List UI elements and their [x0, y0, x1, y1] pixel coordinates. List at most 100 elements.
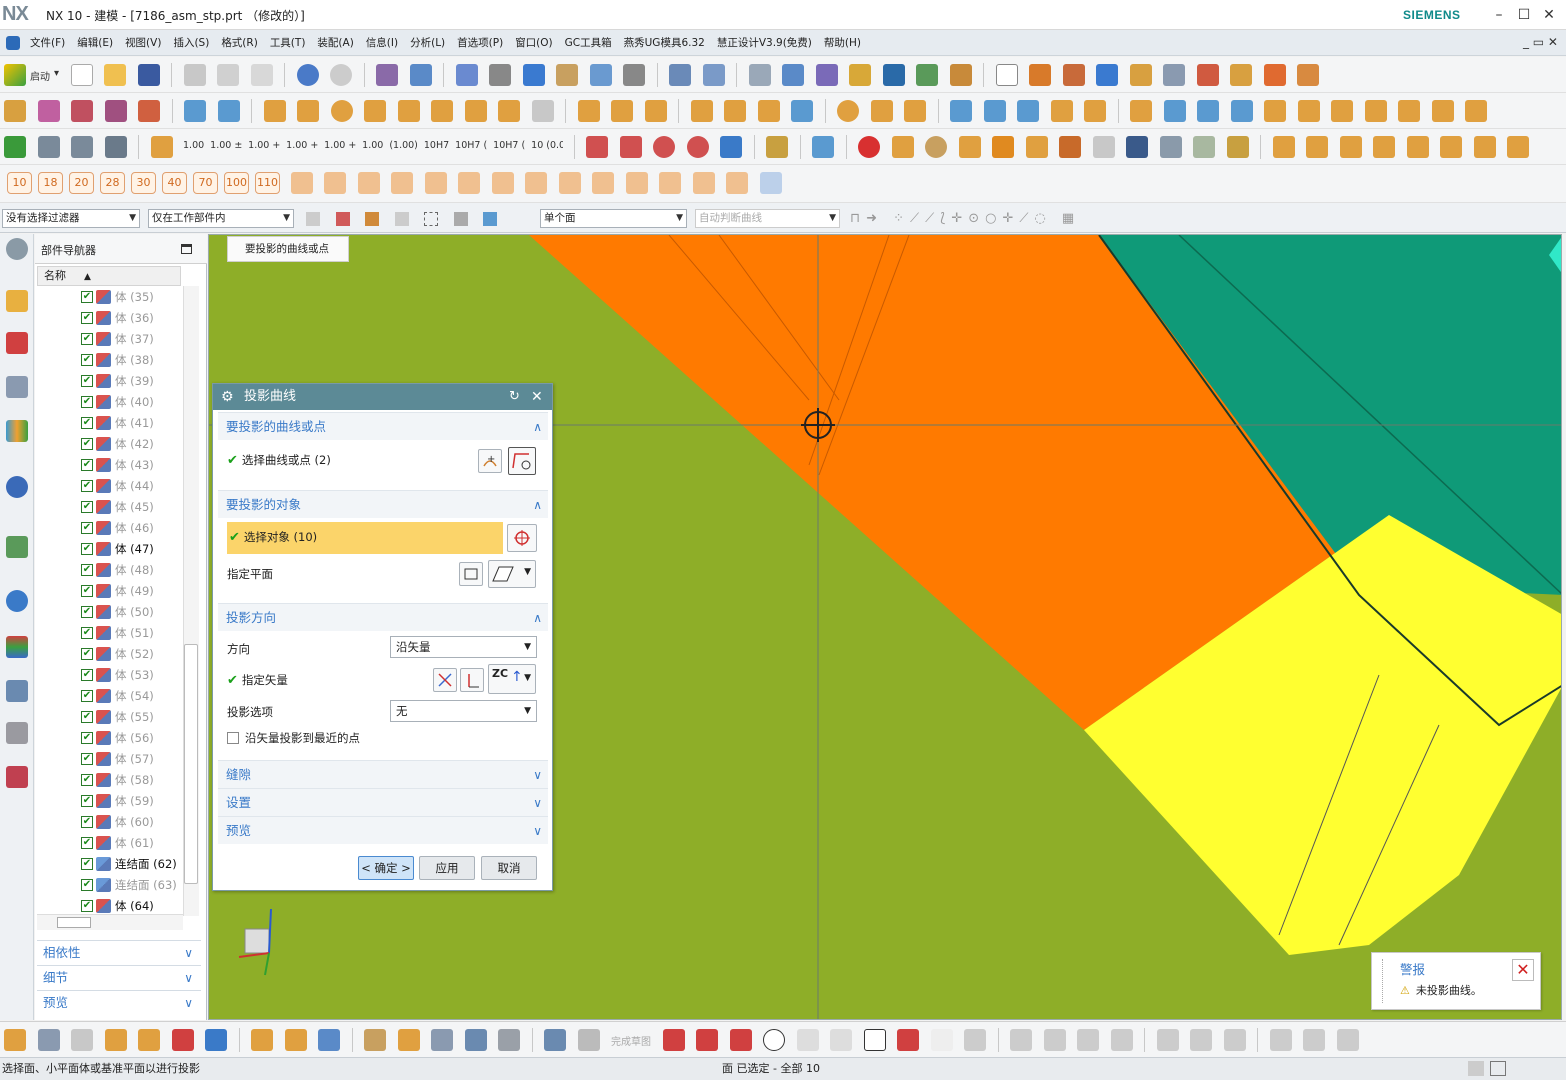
profile-icon-3[interactable]: [357, 172, 380, 194]
bottom-tool-icon-6[interactable]: [171, 1029, 194, 1051]
clock-icon[interactable]: [6, 590, 28, 612]
dimension-style-9[interactable]: 10H7 (0.015): [493, 140, 525, 151]
arc-icon[interactable]: [729, 1029, 752, 1051]
paste-icon[interactable]: [250, 64, 273, 86]
mold-block-icon-5[interactable]: [1406, 136, 1429, 158]
projection-option-dropdown[interactable]: 无 ▼: [390, 700, 537, 722]
vector-type-dropdown[interactable]: ZC ↑ ▼: [488, 664, 536, 694]
line-icon[interactable]: [696, 1029, 718, 1051]
palette-icon[interactable]: [925, 136, 948, 158]
direction-dropdown[interactable]: 沿矢量 ▼: [390, 636, 537, 658]
visibility-checkbox[interactable]: ✔: [81, 417, 93, 429]
history-icon[interactable]: [6, 536, 28, 558]
mold-icon-4[interactable]: [1129, 64, 1152, 86]
trim-icon[interactable]: [1010, 1029, 1032, 1051]
mold-icon-2[interactable]: [1062, 64, 1085, 86]
curve-rule-button[interactable]: +: [478, 449, 502, 473]
tree-row[interactable]: ✔ 体 (37): [35, 329, 181, 350]
menu-item-9[interactable]: 首选项(P): [451, 30, 509, 56]
bottom-tool-icon-7[interactable]: [205, 1029, 227, 1051]
grid-add-icon[interactable]: [217, 100, 240, 122]
tree-row[interactable]: ✔ 体 (53): [35, 665, 181, 686]
mold-block-icon-1[interactable]: [1272, 136, 1295, 158]
visibility-checkbox[interactable]: ✔: [81, 879, 93, 891]
select-objects-row[interactable]: ✔ 选择对象 (10): [227, 522, 503, 554]
vector-dialog-button[interactable]: [460, 668, 484, 692]
edit-profile-icon[interactable]: [759, 172, 782, 194]
block-icon-10[interactable]: [1465, 100, 1487, 122]
diameter-icon-1[interactable]: [653, 136, 676, 158]
align-icon-1[interactable]: [950, 100, 972, 122]
axis-icon[interactable]: [104, 136, 127, 158]
tree-row[interactable]: ✔ 体 (64): [35, 896, 181, 914]
reverse-direction-button[interactable]: [433, 668, 457, 692]
process-studio-icon[interactable]: [6, 680, 28, 702]
diameter-icon-2[interactable]: [686, 136, 709, 158]
bottom-tool-icon-8[interactable]: [251, 1029, 273, 1051]
tree-row[interactable]: ✔ 体 (54): [35, 686, 181, 707]
profile-icon-8[interactable]: [525, 172, 547, 194]
bottom-tool-icon-12[interactable]: [397, 1029, 420, 1051]
tree-row[interactable]: ✔ 体 (47): [35, 539, 181, 560]
menu-item-6[interactable]: 装配(A): [311, 30, 359, 56]
mold-block-icon-2[interactable]: [1306, 136, 1329, 158]
visibility-checkbox[interactable]: ✔: [81, 690, 93, 702]
menu-item-14[interactable]: 帮助(H): [818, 30, 867, 56]
visibility-checkbox[interactable]: ✔: [81, 438, 93, 450]
bottom-tool-icon-14[interactable]: [464, 1029, 487, 1051]
group-curves-header[interactable]: 要投影的曲线或点 ∧: [218, 412, 548, 440]
snap-point-tools[interactable]: ⊓➜ ⁘⟋⟋⟅✛⊙○✛⟋◌ ▦: [850, 211, 1080, 226]
dimension-style-1[interactable]: 1.00 ±.05: [210, 140, 242, 151]
mold-icon-7[interactable]: [1230, 64, 1253, 86]
plate-icon-7[interactable]: [498, 100, 520, 122]
touch-mode-icon[interactable]: [409, 64, 432, 86]
dimension-style-10[interactable]: 10 (0.015): [531, 140, 563, 151]
navigator-scroll-thumb[interactable]: [184, 644, 198, 884]
group-settings-header[interactable]: 设置 ∨: [218, 788, 548, 816]
window-toggle-icon[interactable]: [1490, 1061, 1506, 1076]
crosshair-select-button[interactable]: [507, 524, 537, 552]
arrow-text-icon[interactable]: [1126, 136, 1149, 158]
channel-icon-1[interactable]: [690, 100, 713, 122]
nearest-point-checkbox[interactable]: [227, 732, 239, 744]
block-icon-5[interactable]: [1264, 100, 1286, 122]
profile-icon-7[interactable]: [491, 172, 514, 194]
bottom-tool-icon-5[interactable]: [138, 1029, 160, 1051]
cube-icon-2[interactable]: [1025, 136, 1048, 158]
lamp-icon[interactable]: [1084, 100, 1106, 122]
tree-row[interactable]: ✔ 体 (57): [35, 749, 181, 770]
parts-icon[interactable]: [766, 136, 789, 158]
plate-icon-2[interactable]: [297, 100, 319, 122]
profile-icon-5[interactable]: [424, 172, 447, 194]
open-folder-icon[interactable]: [104, 64, 127, 86]
block-icon-3[interactable]: [1197, 100, 1219, 122]
plate-icon-6[interactable]: [464, 100, 487, 122]
system-scene-icon[interactable]: [6, 766, 28, 788]
web-browser-icon[interactable]: [6, 476, 28, 498]
dimension-style-2[interactable]: 1.00 +.05 -.02: [248, 140, 280, 151]
layer-settings-icon[interactable]: [748, 64, 771, 86]
size-button-18[interactable]: 18: [38, 172, 63, 194]
menu-item-3[interactable]: 插入(S): [167, 30, 215, 56]
face-rule-dropdown[interactable]: 单个面 ▼: [540, 209, 687, 228]
group-direction-header[interactable]: 投影方向 ∧: [218, 603, 548, 631]
selection-tools[interactable]: [300, 209, 530, 229]
data-icon[interactable]: [71, 136, 93, 158]
pin-icon-2[interactable]: [611, 100, 633, 122]
menu-item-7[interactable]: 信息(I): [360, 30, 404, 56]
tree-row[interactable]: ✔ 体 (60): [35, 812, 181, 833]
tree-row[interactable]: ✔ 体 (44): [35, 476, 181, 497]
surface-icon[interactable]: [992, 136, 1015, 158]
cancel-button[interactable]: 取消: [481, 856, 537, 880]
dimension-icon[interactable]: [150, 136, 173, 158]
view-cube-icon[interactable]: [522, 64, 545, 86]
finish-sketch-icon[interactable]: [577, 1029, 600, 1051]
dimension-style-6[interactable]: (1.00): [389, 140, 418, 151]
radius-icon-1[interactable]: [586, 136, 609, 158]
visibility-checkbox[interactable]: ✔: [81, 711, 93, 723]
visibility-checkbox[interactable]: ✔: [81, 459, 93, 471]
point-icon[interactable]: [930, 1029, 953, 1051]
dimension-style-0[interactable]: 1.00: [183, 140, 204, 151]
block-icon-4[interactable]: [1230, 100, 1253, 122]
sketch-plane-icon[interactable]: [995, 64, 1018, 86]
